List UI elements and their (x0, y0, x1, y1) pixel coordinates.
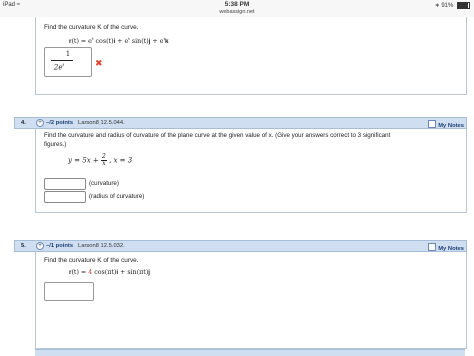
question-4-prompt-line2: figures.) (44, 141, 67, 148)
question-5-body (35, 252, 467, 349)
question-4-header: 4. + –/2 points Larson8 12.5.044. My Not… (14, 117, 467, 129)
question-3-formula: r(t) = et cos(t)i + et sin(t)j + etk (69, 36, 169, 46)
fraction-bar (51, 60, 73, 61)
status-time: 5:38 PM (224, 1, 250, 8)
status-bar: iPad ≈ 5:38 PM webassign.net ∗ 91% (0, 0, 474, 17)
question-4-my-notes[interactable]: My Notes (428, 119, 464, 129)
question-5-reference: Larson8 12.5.032. (78, 242, 125, 249)
question-3-answer-box[interactable]: 1 2et (44, 47, 92, 77)
answer-denominator: 2et (53, 62, 65, 72)
answer-numerator: 1 (65, 50, 71, 58)
status-right: ∗ 91% (435, 2, 470, 9)
coefficient-value: 4 (88, 269, 93, 276)
question-4-body (35, 129, 467, 213)
question-5-my-notes[interactable]: My Notes (428, 242, 464, 252)
question-4-prompt-line1: Find the curvature and radius of curvatu… (44, 132, 391, 139)
question-5-number: 5. (21, 242, 26, 249)
bluetooth-icon: ∗ (434, 3, 440, 10)
question-4-points: –/2 points (46, 119, 74, 126)
curvature-label: (curvature) (89, 180, 119, 187)
question-5-formula: r(t) = 4 cos(πt)i + sin(πt)j (69, 269, 151, 276)
notes-icon (428, 119, 437, 128)
question-4-number: 4. (21, 119, 26, 126)
question-5-header: 5. + –/1 points Larson8 12.5.032. My Not… (14, 240, 467, 252)
expand-icon[interactable]: + (36, 119, 44, 127)
notes-icon (428, 242, 437, 251)
radius-of-curvature-label: (radius of curvature) (89, 193, 145, 200)
curvature-input[interactable] (44, 178, 86, 190)
expand-icon[interactable]: + (36, 242, 44, 250)
battery-icon (457, 2, 470, 9)
question-3-prompt: Find the curvature K of the curve. (44, 24, 139, 31)
incorrect-icon: ✖ (95, 58, 103, 68)
radius-of-curvature-input[interactable] (44, 191, 86, 203)
question-4-equation: y = 5x + 2x , x = 3 (68, 153, 133, 167)
question-5-points: –/1 points (46, 242, 74, 249)
battery-label: 91% (441, 3, 454, 10)
status-url: webassign.net (219, 9, 255, 15)
question-4-reference: Larson8 12.5.044. (78, 119, 125, 126)
question-5-answer-box[interactable] (44, 282, 94, 301)
question-5-prompt: Find the curvature K of the curve. (44, 257, 139, 264)
equation-fraction: 2x (101, 153, 107, 167)
